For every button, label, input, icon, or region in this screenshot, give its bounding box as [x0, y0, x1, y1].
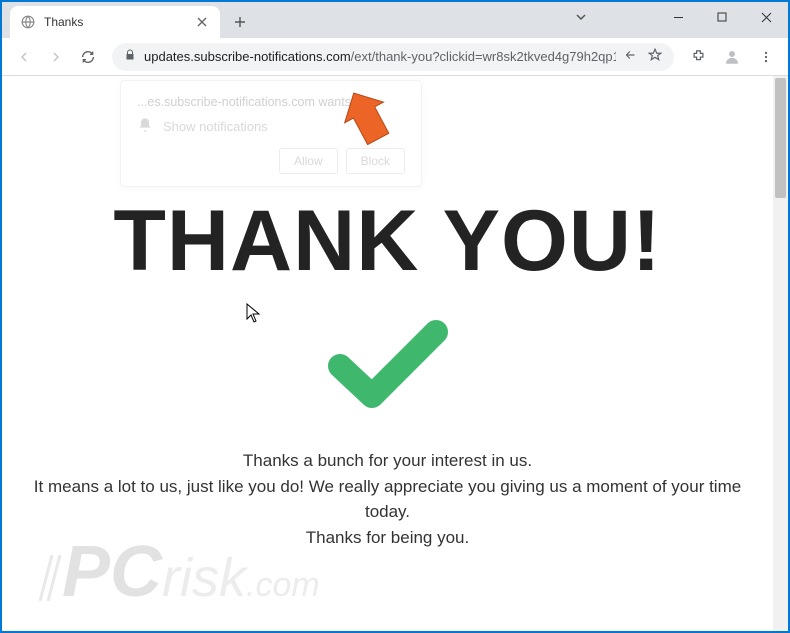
url-text: updates.subscribe-notifications.com/ext/… [144, 49, 616, 64]
star-icon[interactable] [648, 48, 662, 65]
menu-icon[interactable] [752, 43, 780, 71]
checkmark-icon [22, 318, 753, 408]
bell-icon [137, 117, 153, 136]
share-icon[interactable] [624, 48, 638, 65]
cursor-icon [246, 303, 262, 328]
browser-toolbar: updates.subscribe-notifications.com/ext/… [2, 38, 788, 76]
arrow-annotation-icon [340, 86, 400, 155]
minimize-button[interactable] [656, 2, 700, 32]
close-tab-icon[interactable] [194, 14, 210, 30]
body-line-1: Thanks a bunch for your interest in us. [22, 448, 753, 474]
new-tab-button[interactable] [226, 8, 254, 36]
page-viewport: ...es.subscribe-notifications.com wants … [2, 76, 788, 631]
maximize-button[interactable] [700, 2, 744, 32]
watermark-com: .com [246, 566, 320, 604]
browser-titlebar: Thanks [2, 2, 788, 38]
window-controls [656, 2, 788, 32]
back-button[interactable] [10, 43, 38, 71]
forward-button[interactable] [42, 43, 70, 71]
lock-icon [124, 49, 136, 64]
scrollbar[interactable] [773, 76, 788, 631]
extensions-icon[interactable] [684, 43, 712, 71]
reload-button[interactable] [74, 43, 102, 71]
page-heading: THANK YOU! [22, 198, 753, 284]
address-actions [624, 48, 662, 65]
scrollbar-thumb[interactable] [775, 78, 786, 198]
body-line-2: It means a lot to us, just like you do! … [22, 474, 753, 525]
notification-prompt: Show notifications [163, 119, 268, 134]
globe-icon [20, 14, 36, 30]
watermark-pc: PC [62, 532, 162, 612]
tab-search-icon[interactable] [574, 10, 588, 29]
watermark: PCrisk.com [62, 531, 320, 613]
allow-button[interactable]: Allow [279, 148, 338, 174]
watermark-lines-icon [34, 553, 64, 603]
browser-tab[interactable]: Thanks [10, 6, 220, 38]
close-window-button[interactable] [744, 2, 788, 32]
tab-title: Thanks [44, 15, 194, 29]
address-bar[interactable]: updates.subscribe-notifications.com/ext/… [112, 43, 674, 71]
profile-icon[interactable] [718, 43, 746, 71]
watermark-risk: risk [162, 548, 246, 608]
